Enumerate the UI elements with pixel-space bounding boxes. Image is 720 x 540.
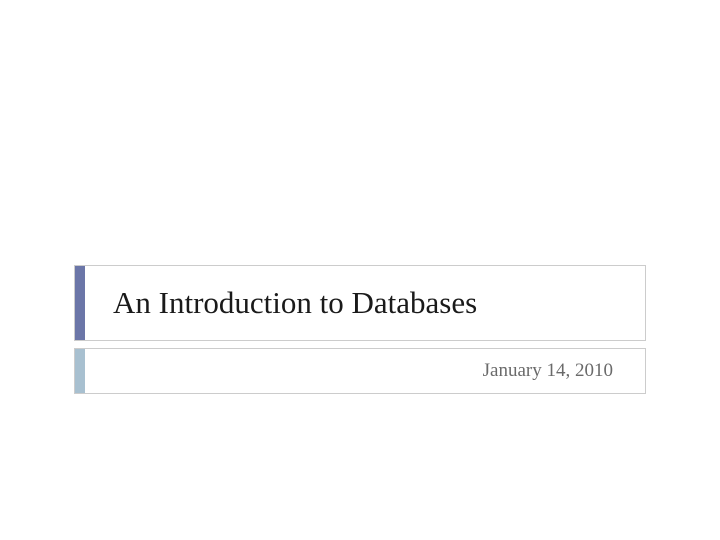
slide-subtitle: January 14, 2010: [483, 360, 645, 382]
title-accent-bar: [75, 266, 85, 340]
title-block: An Introduction to Databases: [74, 265, 646, 341]
subtitle-block: January 14, 2010: [74, 348, 646, 394]
subtitle-accent-bar: [75, 349, 85, 393]
slide-container: An Introduction to Databases January 14,…: [0, 0, 720, 540]
slide-title: An Introduction to Databases: [85, 285, 477, 321]
